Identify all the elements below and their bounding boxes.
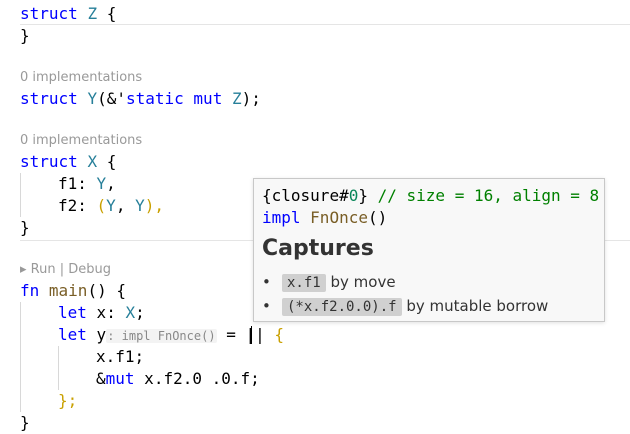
closure-name: closure (271, 186, 340, 205)
brace: { (262, 186, 272, 205)
capture-item: • (*x.f2.0.0).f by mutable borrow (262, 295, 548, 317)
type-name: X (125, 303, 136, 322)
code-line-8[interactable]: fn main() { (20, 280, 126, 302)
closure-bars: || (245, 325, 265, 344)
punct: ); (241, 89, 261, 108)
capture-kind: by move (330, 273, 396, 291)
punct: () { (87, 281, 126, 300)
statement: x.f2.0 .0.f; (134, 369, 260, 388)
tooltip-impl-line: impl FnOnce() (262, 207, 387, 229)
code-line-5[interactable]: f1: Y, (58, 173, 116, 195)
code-line-6[interactable]: f2: (Y, Y), (58, 195, 164, 217)
capture-path: x.f1 (282, 274, 326, 292)
punct: () (367, 208, 388, 227)
field-name: f2 (58, 196, 78, 215)
type-name: Z (231, 89, 242, 108)
capture-kind: by mutable borrow (406, 297, 549, 315)
keyword: let (58, 325, 87, 344)
variable: y (96, 325, 107, 344)
brace: } (20, 218, 30, 237)
code-line-3[interactable]: struct Y(&'static mut Z); (20, 88, 261, 110)
bullet-icon: • (262, 273, 271, 291)
brace: { (274, 325, 285, 344)
punct: # (339, 186, 349, 205)
codelens-run-debug[interactable]: ▸ Run | Debug (20, 261, 111, 279)
code-line-7[interactable]: } (20, 217, 30, 239)
brace: { (106, 152, 117, 171)
type-name: Y (87, 89, 98, 108)
keyword: struct (20, 4, 78, 23)
size-comment: // size = 16, align = 8 (368, 186, 600, 205)
codelens-implementations[interactable]: 0 implementations (20, 69, 142, 87)
hover-tooltip[interactable]: {closure#0} // size = 16, align = 8 impl… (253, 178, 605, 322)
keyword: mut (105, 369, 135, 388)
brace: }; (58, 391, 78, 410)
indent-guide (20, 173, 21, 217)
paren: ), (144, 196, 164, 215)
punct: , (106, 174, 116, 193)
punct: , (115, 196, 126, 215)
code-line-13[interactable]: }; (58, 390, 77, 412)
code-line-2[interactable]: } (20, 25, 30, 47)
brace: } (20, 26, 30, 45)
type-name: Y (106, 196, 116, 215)
code-line-1[interactable]: struct Z { (20, 3, 116, 25)
line-separator (20, 24, 630, 25)
tooltip-heading: Captures (262, 236, 374, 261)
keyword: struct (20, 152, 78, 171)
type-name: Y (96, 174, 107, 193)
statement: x.f1; (96, 347, 145, 366)
bullet-icon: • (262, 297, 271, 315)
keyword: fn (20, 281, 40, 300)
variable: x (96, 303, 107, 322)
punct: & (96, 369, 106, 388)
keyword: let (58, 303, 87, 322)
brace: { (106, 4, 117, 23)
punct: = (216, 325, 246, 344)
punct: (&' (97, 89, 126, 108)
keyword: struct (20, 89, 78, 108)
code-line-14[interactable]: } (20, 412, 30, 434)
indent-guide (58, 346, 59, 390)
codelens-implementations[interactable]: 0 implementations (20, 132, 142, 150)
paren: ( (96, 196, 107, 215)
indent-guide (20, 302, 21, 412)
capture-item: • x.f1 by move (262, 271, 396, 293)
type-name: Y (135, 196, 145, 215)
text-cursor (251, 326, 252, 344)
brace: } (358, 186, 368, 205)
keyword: static (125, 89, 184, 108)
punct: : (106, 303, 116, 322)
inlay-type-hint: : impl FnOnce() (106, 329, 217, 343)
number: 0 (348, 186, 359, 205)
code-line-4[interactable]: struct X { (20, 151, 116, 173)
punct: ; (135, 303, 145, 322)
capture-path: (*x.f2.0.0).f (282, 298, 402, 316)
code-editor[interactable]: struct Z { } 0 implementations struct Y(… (0, 0, 630, 433)
code-line-9[interactable]: let x: X; (58, 302, 145, 324)
tooltip-signature: {closure#0} // size = 16, align = 8 (262, 185, 599, 207)
keyword: mut (193, 89, 223, 108)
type-name: X (87, 152, 98, 171)
trait-name: FnOnce (310, 208, 368, 227)
field-name: f1 (58, 174, 78, 193)
code-line-12[interactable]: &mut x.f2.0 .0.f; (96, 368, 260, 390)
brace: } (20, 413, 30, 432)
function-name: main (48, 281, 88, 300)
code-line-11[interactable]: x.f1; (96, 346, 144, 368)
type-name: Z (87, 4, 98, 23)
keyword: impl (262, 208, 301, 227)
